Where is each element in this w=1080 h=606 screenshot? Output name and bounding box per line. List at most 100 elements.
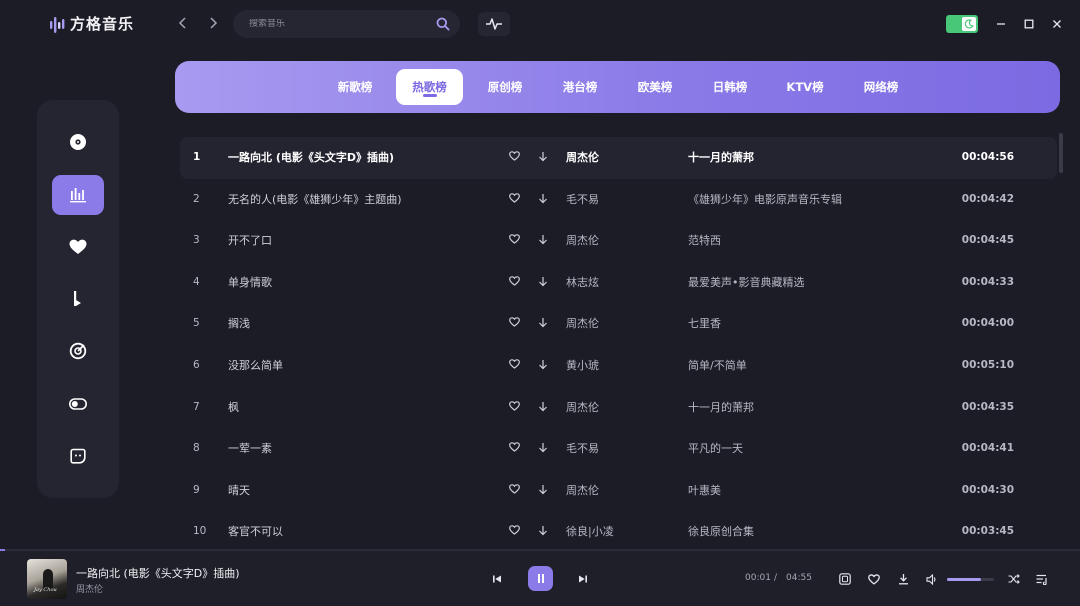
player-download-button[interactable] (896, 572, 910, 586)
next-button[interactable] (576, 572, 590, 586)
download-button[interactable] (538, 276, 548, 290)
tab-ktv[interactable]: KTV榜 (777, 69, 833, 105)
song-album[interactable]: 徐良原创合集 (688, 511, 754, 553)
search-icon[interactable] (436, 17, 450, 34)
chevron-right-icon (210, 17, 218, 29)
maximize-button[interactable] (1019, 14, 1039, 34)
song-album[interactable]: 十一月的萧邦 (688, 387, 754, 429)
like-button[interactable] (509, 442, 520, 456)
like-button[interactable] (509, 234, 520, 248)
activity-button[interactable] (478, 12, 510, 36)
song-title[interactable]: 开不了口 (228, 220, 272, 262)
song-row[interactable]: 8 一荤一素 毛不易 平凡的一天 00:04:41 (180, 428, 1057, 470)
previous-button[interactable] (490, 572, 504, 586)
song-album[interactable]: 十一月的萧邦 (688, 137, 754, 179)
tab-new-songs[interactable]: 新歌榜 (327, 69, 383, 105)
song-title[interactable]: 一荤一素 (228, 428, 272, 470)
song-album[interactable]: 平凡的一天 (688, 428, 743, 470)
song-title[interactable]: 晴天 (228, 470, 250, 512)
song-album[interactable]: 简单/不简单 (688, 345, 747, 387)
tab-hk-tw[interactable]: 港台榜 (552, 69, 608, 105)
list-scrollbar[interactable] (1059, 133, 1063, 173)
like-button[interactable] (509, 525, 520, 539)
shuffle-button[interactable] (1007, 572, 1021, 586)
volume-button[interactable] (925, 572, 939, 586)
song-album[interactable]: 《雄狮少年》电影原声音乐专辑 (688, 179, 842, 221)
song-row[interactable]: 6 没那么简单 黄小琥 简单/不简单 00:05:10 (180, 345, 1057, 387)
playlist-button[interactable] (1035, 572, 1049, 586)
like-button[interactable] (509, 483, 520, 498)
song-title[interactable]: 没那么简单 (228, 345, 283, 387)
song-title[interactable]: 搁浅 (228, 303, 250, 345)
song-row[interactable]: 3 开不了口 周杰伦 范特西 00:04:45 (180, 220, 1057, 262)
player-like-button[interactable] (867, 572, 881, 586)
download-button[interactable] (538, 359, 548, 373)
song-artist[interactable]: 徐良|小凌 (566, 511, 614, 553)
song-artist[interactable]: 周杰伦 (566, 220, 599, 262)
song-artist[interactable]: 林志炫 (566, 262, 599, 304)
sidebar-item-about[interactable] (52, 436, 104, 476)
song-row[interactable]: 4 单身情歌 林志炫 最爱美声•影音典藏精选 00:04:33 (180, 262, 1057, 304)
tab-western[interactable]: 欧美榜 (627, 69, 683, 105)
sidebar-item-radar[interactable] (52, 331, 104, 371)
sidebar-item-discover[interactable] (52, 122, 104, 162)
play-pause-button[interactable] (528, 566, 553, 591)
song-artist[interactable]: 毛不易 (566, 179, 599, 221)
download-button[interactable] (538, 401, 548, 415)
download-button[interactable] (538, 484, 548, 498)
back-button[interactable] (174, 15, 192, 33)
song-artist[interactable]: 周杰伦 (566, 303, 599, 345)
tab-jp-kr[interactable]: 日韩榜 (702, 69, 758, 105)
song-album[interactable]: 最爱美声•影音典藏精选 (688, 262, 805, 304)
like-button[interactable] (509, 359, 520, 373)
download-button[interactable] (538, 525, 548, 539)
song-artist[interactable]: 周杰伦 (566, 470, 599, 512)
song-artist[interactable]: 毛不易 (566, 428, 599, 470)
close-button[interactable] (1047, 14, 1067, 34)
song-title[interactable]: 一路向北 (电影《头文字D》插曲) (228, 137, 394, 179)
song-album[interactable]: 叶惠美 (688, 470, 721, 512)
download-button[interactable] (538, 442, 548, 456)
song-artist[interactable]: 周杰伦 (566, 137, 599, 179)
song-row[interactable]: 1 一路向北 (电影《头文字D》插曲) 周杰伦 十一月的萧邦 00:04:56 (180, 137, 1057, 179)
like-button[interactable] (509, 275, 520, 290)
now-playing-artist: 周杰伦 (76, 585, 104, 595)
song-row[interactable]: 2 无名的人(电影《雄狮少年》主题曲) 毛不易 《雄狮少年》电影原声音乐专辑 0… (180, 179, 1057, 221)
song-title[interactable]: 客官不可以 (228, 511, 283, 553)
sidebar-item-settings[interactable] (52, 384, 104, 424)
sidebar-item-charts[interactable] (52, 175, 104, 215)
playback-progress[interactable] (0, 549, 1080, 551)
lyrics-button[interactable] (838, 572, 852, 586)
minimize-button[interactable] (991, 14, 1011, 34)
song-title[interactable]: 无名的人(电影《雄狮少年》主题曲) (228, 179, 402, 221)
song-row[interactable]: 9 晴天 周杰伦 叶惠美 00:04:30 (180, 470, 1057, 512)
tab-hot-songs[interactable]: 热歌榜 (396, 69, 463, 105)
song-album[interactable]: 七里香 (688, 303, 721, 345)
volume-slider[interactable] (947, 578, 994, 581)
song-artist[interactable]: 周杰伦 (566, 387, 599, 429)
tab-original[interactable]: 原创榜 (477, 69, 533, 105)
like-button[interactable] (509, 192, 520, 207)
like-button[interactable] (509, 317, 520, 331)
sidebar-item-favorites[interactable] (52, 227, 104, 267)
download-button[interactable] (538, 151, 548, 165)
forward-button[interactable] (204, 15, 222, 33)
song-title[interactable]: 枫 (228, 387, 239, 429)
song-row[interactable]: 5 搁浅 周杰伦 七里香 00:04:00 (180, 303, 1057, 345)
song-row[interactable]: 7 枫 周杰伦 十一月的萧邦 00:04:35 (180, 387, 1057, 429)
song-artist[interactable]: 黄小琥 (566, 345, 599, 387)
download-button[interactable] (538, 317, 548, 331)
album-cover[interactable]: Jay Chou (27, 559, 67, 599)
song-title[interactable]: 单身情歌 (228, 262, 272, 304)
search-input[interactable] (249, 19, 429, 29)
song-album[interactable]: 范特西 (688, 220, 721, 262)
theme-toggle[interactable] (946, 15, 978, 33)
song-row[interactable]: 10 客官不可以 徐良|小凌 徐良原创合集 00:03:45 (180, 511, 1057, 553)
sidebar-item-local-music[interactable] (52, 279, 104, 319)
download-button[interactable] (538, 234, 548, 248)
arrow-down-icon (539, 359, 547, 370)
like-button[interactable] (509, 400, 520, 415)
tab-internet[interactable]: 网络榜 (853, 69, 909, 105)
like-button[interactable] (509, 151, 520, 165)
download-button[interactable] (538, 193, 548, 207)
